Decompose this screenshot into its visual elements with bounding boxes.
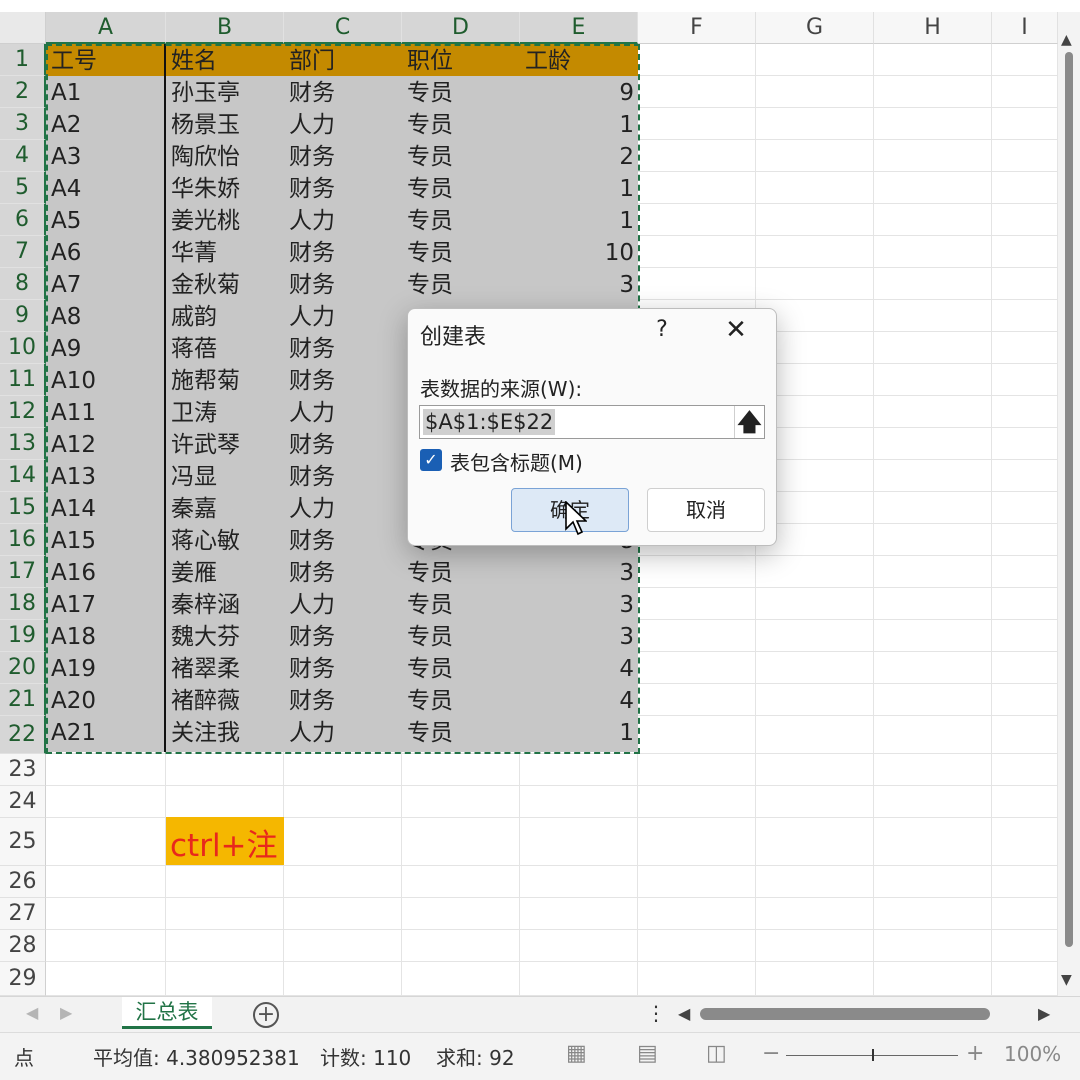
dialog-title: 创建表 — [420, 325, 487, 350]
row-header-2[interactable]: 2 — [0, 76, 46, 108]
row-header-23[interactable]: 23 — [0, 754, 46, 786]
column-header-i[interactable]: I — [992, 12, 1058, 44]
row-header-28[interactable]: 28 — [0, 930, 46, 962]
column-header-g[interactable]: G — [756, 12, 874, 44]
status-sum: 求和: 92 — [436, 1046, 515, 1070]
status-bar: 点 平均值: 4.380952381 计数: 110 求和: 92 ▦ ▤ ◫ … — [0, 1032, 1080, 1080]
source-range-input[interactable]: $A$1:$E$22 🡅 — [419, 405, 765, 439]
row-header-15[interactable]: 15 — [0, 492, 46, 524]
gridline-vertical — [873, 44, 874, 996]
page-layout-icon[interactable]: ▤ — [637, 1041, 658, 1066]
scroll-left-icon[interactable]: ◀ — [678, 1004, 690, 1023]
row-header-3[interactable]: 3 — [0, 108, 46, 140]
has-headers-checkbox[interactable]: ✓ — [420, 449, 442, 471]
row-header-18[interactable]: 18 — [0, 588, 46, 620]
zoom-level[interactable]: 100% — [1004, 1042, 1061, 1066]
sheet-tab-summary[interactable]: 汇总表 — [122, 997, 212, 1029]
row-header-22[interactable]: 22 — [0, 716, 46, 754]
zoom-slider-knob[interactable] — [872, 1049, 874, 1061]
column-header-a[interactable]: A — [46, 12, 166, 44]
row-header-10[interactable]: 10 — [0, 332, 46, 364]
gridline-vertical — [991, 44, 992, 996]
gridline-horizontal — [46, 929, 1058, 930]
row-header-17[interactable]: 17 — [0, 556, 46, 588]
row-header-7[interactable]: 7 — [0, 236, 46, 268]
row-header-9[interactable]: 9 — [0, 300, 46, 332]
source-label: 表数据的来源(W): — [420, 377, 583, 401]
row-header-16[interactable]: 16 — [0, 524, 46, 556]
column-header-d[interactable]: D — [402, 12, 520, 44]
vertical-scroll-thumb[interactable] — [1065, 52, 1073, 947]
row-header-24[interactable]: 24 — [0, 786, 46, 818]
sheet-tab-bar: ◀ ▶ 汇总表 + ⋮ ◀ ▶ — [0, 996, 1080, 1032]
row-header-20[interactable]: 20 — [0, 652, 46, 684]
row-header-1[interactable]: 1 — [0, 44, 46, 76]
gridline-horizontal — [46, 961, 1058, 962]
row-header-14[interactable]: 14 — [0, 460, 46, 492]
row-header-12[interactable]: 12 — [0, 396, 46, 428]
status-mode: 点 — [14, 1046, 34, 1070]
gridline-horizontal — [46, 785, 1058, 786]
scroll-right-icon[interactable]: ▶ — [1038, 1004, 1050, 1023]
row-header-6[interactable]: 6 — [0, 204, 46, 236]
page-break-preview-icon[interactable]: ◫ — [706, 1041, 727, 1066]
overlay-caption: ctrl+注 — [170, 828, 278, 864]
row-header-13[interactable]: 13 — [0, 428, 46, 460]
create-table-dialog: 创建表 ? ✕ 表数据的来源(W): $A$1:$E$22 🡅 ✓ 表包含标题(… — [407, 308, 777, 546]
row-header-26[interactable]: 26 — [0, 866, 46, 898]
horizontal-scroll-thumb[interactable] — [700, 1008, 990, 1020]
column-header-bar: ABCDEFGHI — [0, 12, 1058, 44]
scroll-up-icon[interactable]: ▲ — [1061, 32, 1072, 48]
status-average: 平均值: 4.380952381 — [93, 1046, 300, 1070]
has-headers-label: 表包含标题(M) — [450, 451, 583, 475]
column-header-e[interactable]: E — [520, 12, 638, 44]
scroll-down-icon[interactable]: ▼ — [1061, 972, 1072, 988]
mouse-pointer-icon — [565, 501, 587, 536]
status-count: 计数: 110 — [320, 1046, 412, 1070]
row-header-11[interactable]: 11 — [0, 364, 46, 396]
cancel-button[interactable]: 取消 — [647, 488, 765, 532]
source-range-value: $A$1:$E$22 — [423, 409, 556, 435]
next-sheet-icon[interactable]: ▶ — [60, 1003, 72, 1022]
gridline-horizontal — [46, 897, 1058, 898]
add-sheet-icon[interactable]: + — [253, 1002, 279, 1028]
normal-view-icon[interactable]: ▦ — [566, 1041, 587, 1066]
close-icon[interactable]: ✕ — [721, 315, 751, 345]
column-header-c[interactable]: C — [284, 12, 402, 44]
row-header-5[interactable]: 5 — [0, 172, 46, 204]
row-header-4[interactable]: 4 — [0, 140, 46, 172]
column-header-h[interactable]: H — [874, 12, 992, 44]
column-header-b[interactable]: B — [166, 12, 284, 44]
row-header-19[interactable]: 19 — [0, 620, 46, 652]
vertical-scrollbar[interactable]: ▲ ▼ — [1058, 12, 1080, 996]
row-header-8[interactable]: 8 — [0, 268, 46, 300]
gridline-horizontal — [46, 865, 1058, 866]
more-options-icon[interactable]: ⋮ — [646, 1001, 666, 1025]
row-header-21[interactable]: 21 — [0, 684, 46, 716]
row-header-27[interactable]: 27 — [0, 898, 46, 930]
row-header-25[interactable]: 25 — [0, 818, 46, 866]
collapse-dialog-icon[interactable]: 🡅 — [734, 406, 764, 438]
zoom-out-icon[interactable]: − — [762, 1041, 780, 1066]
row-header-29[interactable]: 29 — [0, 962, 46, 996]
prev-sheet-icon[interactable]: ◀ — [26, 1003, 38, 1022]
column-header-f[interactable]: F — [638, 12, 756, 44]
help-icon[interactable]: ? — [648, 317, 676, 347]
zoom-in-icon[interactable]: + — [966, 1041, 984, 1066]
